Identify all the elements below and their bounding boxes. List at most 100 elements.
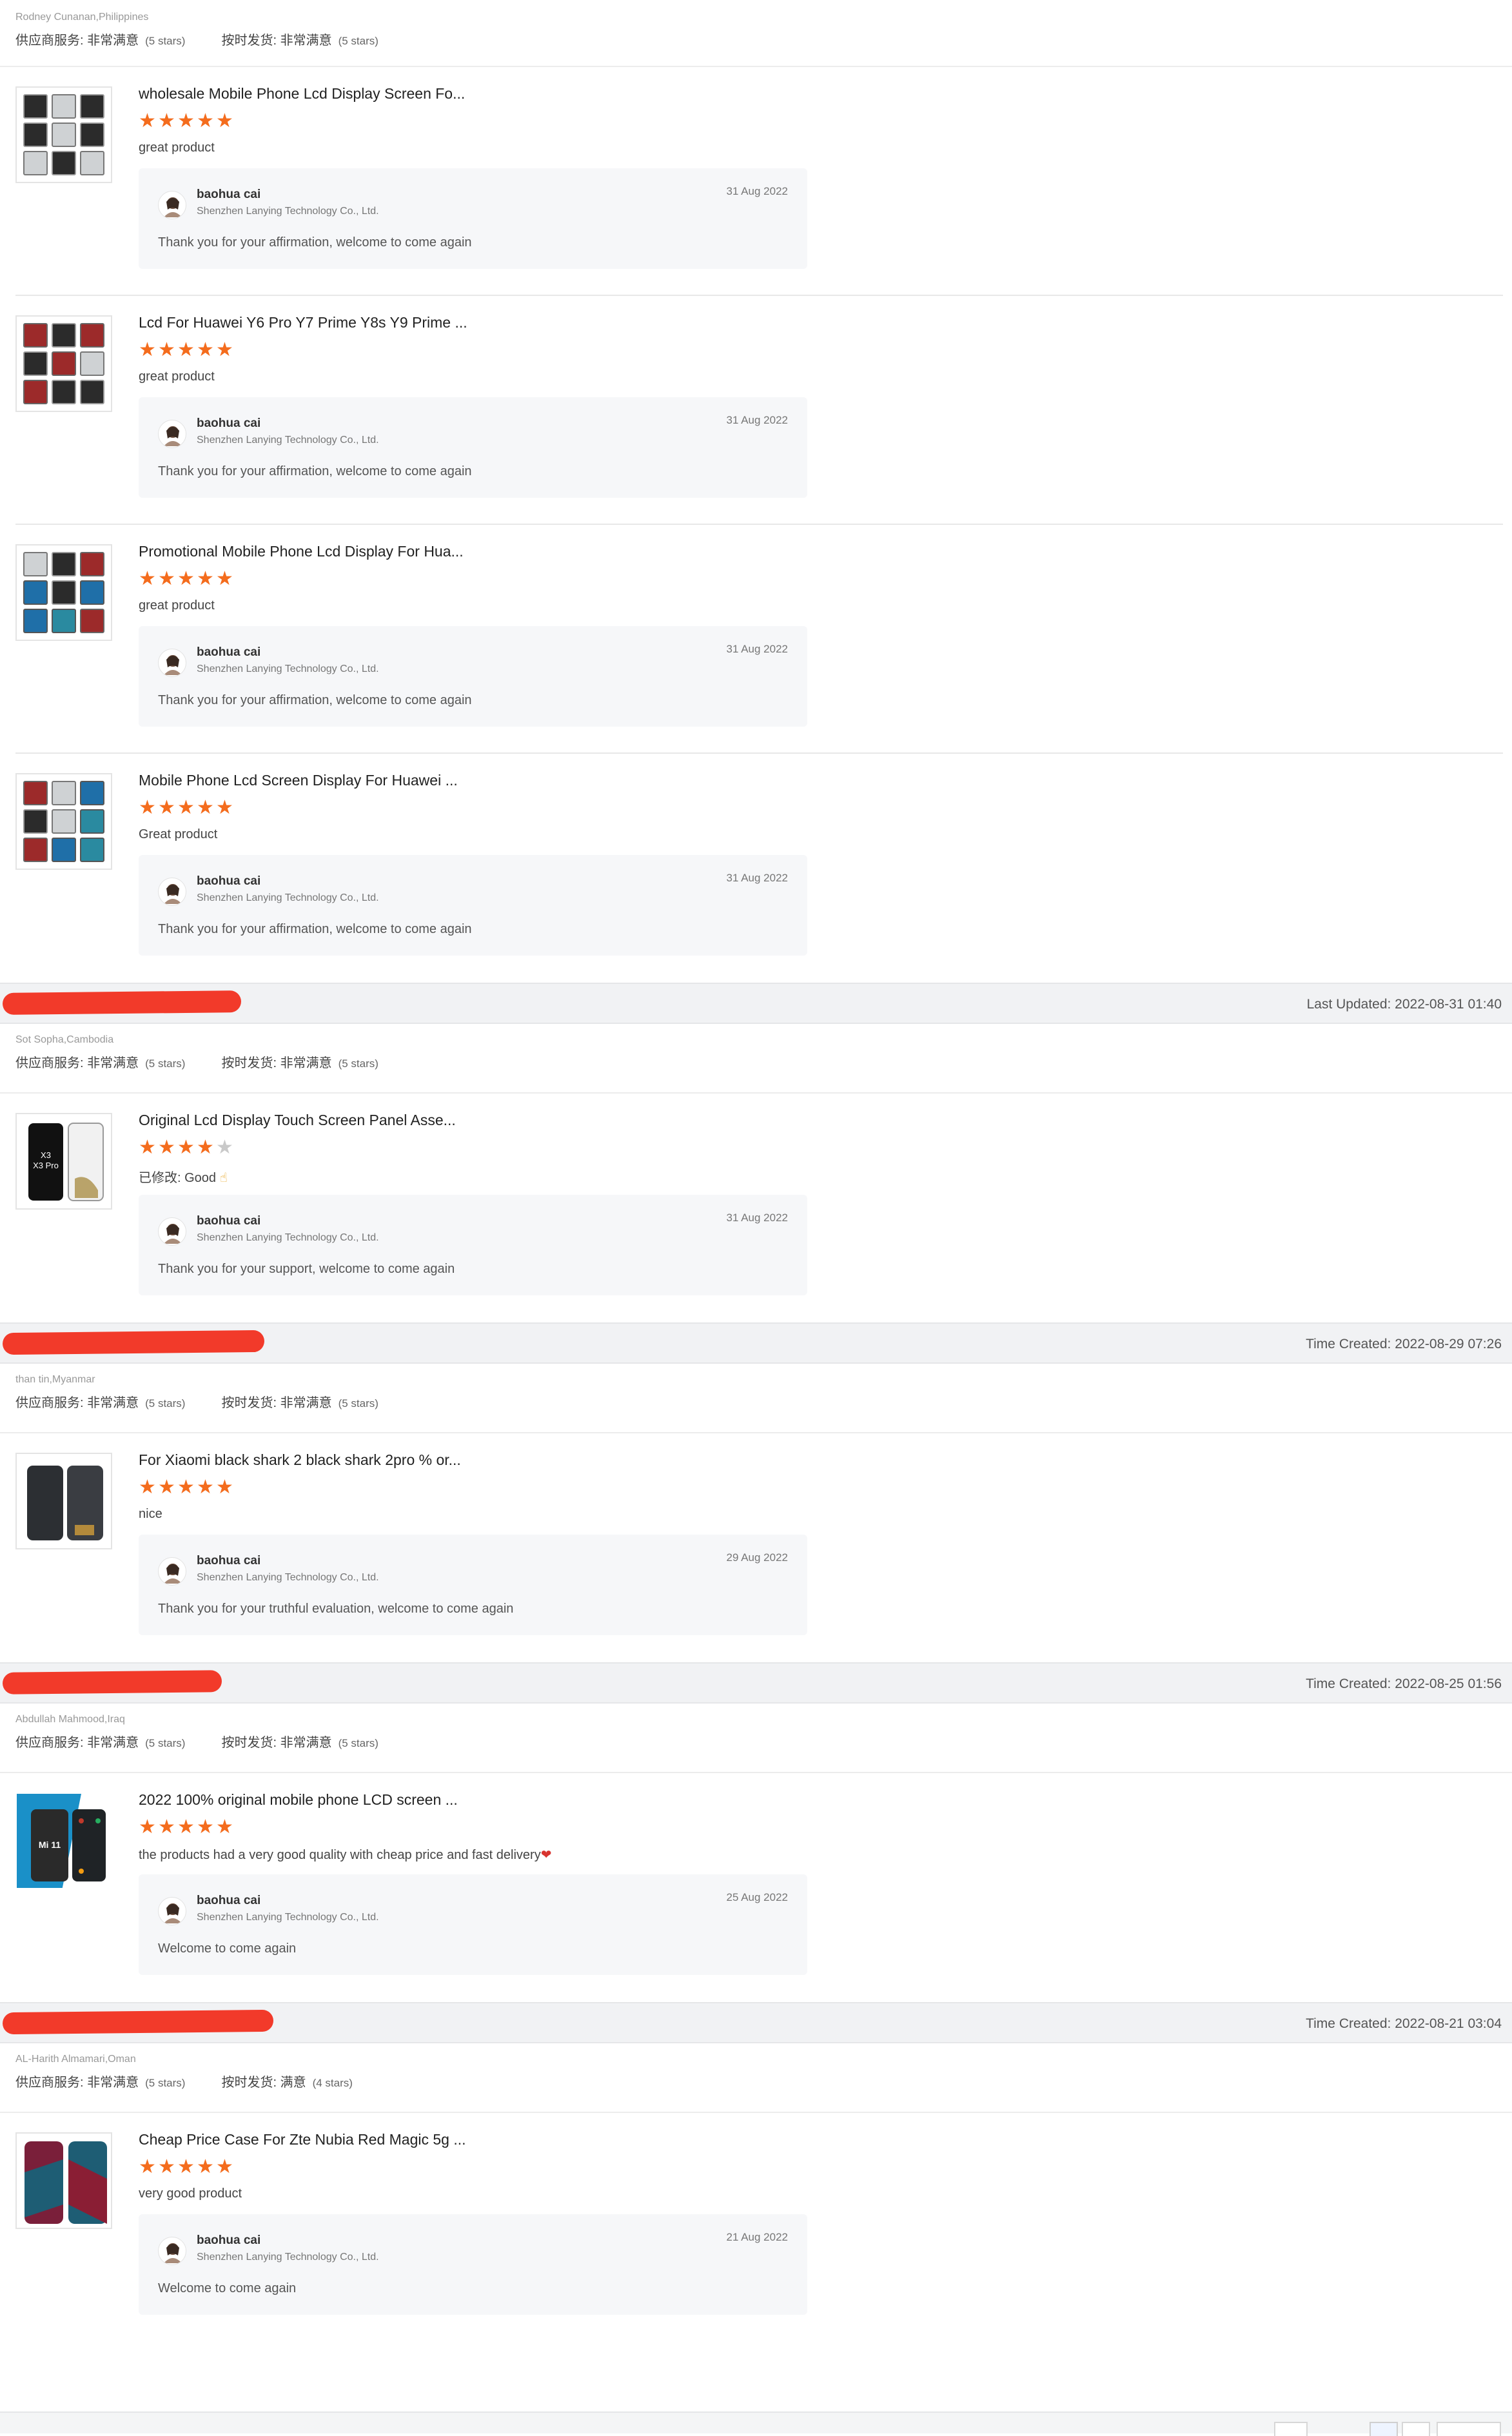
reply-company: Shenzhen Lanying Technology Co., Ltd.	[197, 2252, 379, 2263]
star-filled-icon: ★	[216, 1477, 233, 1498]
product-thumbnail[interactable]	[15, 773, 112, 870]
review-text: great product	[139, 141, 215, 155]
star-filled-icon: ★	[216, 2156, 233, 2177]
page-current-button[interactable]	[1370, 2422, 1398, 2436]
page-prev-button[interactable]	[1274, 2422, 1308, 2436]
redacted-order-number	[2, 1670, 222, 1694]
star-filled-icon: ★	[139, 1816, 156, 1838]
avatar	[158, 1217, 186, 1246]
star-filled-icon: ★	[216, 797, 233, 818]
page-button[interactable]	[1402, 2422, 1430, 2436]
product-thumbnail[interactable]	[15, 86, 112, 183]
product-thumbnail[interactable]: X3 X3 Pro	[15, 1113, 112, 1210]
avatar	[158, 1557, 186, 1586]
product-thumbnail[interactable]	[15, 2132, 112, 2229]
star-filled-icon: ★	[158, 339, 175, 360]
reply-company: Shenzhen Lanying Technology Co., Ltd.	[197, 1572, 379, 1583]
review-text: very good product	[139, 2186, 242, 2201]
star-rating: ★ ★ ★ ★ ★	[139, 1816, 233, 1838]
on-time-rating: 按时发货: 非常满意 (5 stars)	[221, 34, 378, 48]
star-filled-icon: ★	[158, 797, 175, 818]
buyer-name: Rodney Cunanan,Philippines	[15, 12, 149, 23]
supplier-service-rating: 供应商服务: 非常满意 (5 stars)	[15, 1056, 186, 1070]
buyer-info: AL-Harith Almamari,Oman 供应商服务: 非常满意 (5 st…	[0, 2043, 1512, 2113]
order-header: Time Created: 2022-08-29 07:26	[0, 1322, 1512, 1364]
star-filled-icon: ★	[139, 1477, 156, 1498]
star-filled-icon: ★	[216, 339, 233, 360]
supplier-service-rating: 供应商服务: 非常满意 (5 stars)	[15, 1736, 186, 1750]
reply-author: baohua cai	[197, 1554, 261, 1567]
order-time: Last Updated: 2022-08-31 01:40	[1306, 997, 1502, 1012]
star-filled-icon: ★	[197, 110, 214, 132]
product-title[interactable]: 2022 100% original mobile phone LCD scre…	[139, 1791, 458, 1809]
review-text: great product	[139, 369, 215, 384]
thumbs-up-icon: ☝	[219, 1171, 228, 1185]
review-item: Cheap Price Case For Zte Nubia Red Magic…	[0, 2113, 1512, 2342]
buyer-info: Abdullah Mahmood,Iraq 供应商服务: 非常满意 (5 star…	[0, 1704, 1512, 1773]
star-filled-icon: ★	[158, 1137, 175, 1158]
reply-date: 31 Aug 2022	[726, 872, 788, 884]
reviews-list: Rodney Cunanan,Philippines 供应商服务: 非常满意 (…	[0, 0, 1512, 2342]
star-filled-icon: ★	[197, 568, 214, 589]
product-thumbnail[interactable]	[15, 315, 112, 412]
star-rating: ★ ★ ★ ★ ★	[139, 339, 233, 360]
product-thumbnail[interactable]	[15, 1453, 112, 1549]
order-header: Time Created: 2022-08-25 01:56	[0, 1662, 1512, 1704]
star-filled-icon: ★	[177, 339, 195, 360]
star-filled-icon: ★	[158, 568, 175, 589]
review-item: Promotional Mobile Phone Lcd Display For…	[0, 525, 1512, 754]
product-title[interactable]: Lcd For Huawei Y6 Pro Y7 Prime Y8s Y9 Pr…	[139, 314, 467, 331]
reply-company: Shenzhen Lanying Technology Co., Ltd.	[197, 663, 379, 674]
on-time-rating: 按时发货: 满意 (4 stars)	[221, 2076, 353, 2090]
reply-company: Shenzhen Lanying Technology Co., Ltd.	[197, 206, 379, 217]
reply-author: baohua cai	[197, 188, 261, 201]
order-time: Time Created: 2022-08-29 07:26	[1306, 1337, 1502, 1351]
supplier-reply: baohua cai Shenzhen Lanying Technology C…	[139, 1535, 807, 1635]
product-title[interactable]: Promotional Mobile Phone Lcd Display For…	[139, 543, 464, 560]
reply-author: baohua cai	[197, 1894, 261, 1907]
avatar	[158, 1897, 186, 1925]
star-rating: ★ ★ ★ ★ ★	[139, 110, 233, 132]
reply-company: Shenzhen Lanying Technology Co., Ltd.	[197, 435, 379, 446]
review-text: great product	[139, 598, 215, 613]
star-filled-icon: ★	[177, 2156, 195, 2177]
order-header: Time Created: 2022-08-21 03:04	[0, 2002, 1512, 2043]
redacted-order-number	[2, 2009, 274, 2035]
buyer-name: than tin,Myanmar	[15, 1374, 95, 1385]
order-time: Time Created: 2022-08-21 03:04	[1306, 2016, 1502, 2031]
star-filled-icon: ★	[197, 1137, 214, 1158]
supplier-reply: baohua cai Shenzhen Lanying Technology C…	[139, 1195, 807, 1295]
supplier-reply: baohua cai Shenzhen Lanying Technology C…	[139, 397, 807, 498]
star-empty-icon: ★	[216, 1137, 233, 1158]
star-filled-icon: ★	[197, 339, 214, 360]
star-filled-icon: ★	[216, 568, 233, 589]
product-title[interactable]: For Xiaomi black shark 2 black shark 2pr…	[139, 1451, 461, 1469]
star-filled-icon: ★	[177, 568, 195, 589]
avatar	[158, 878, 186, 906]
order-time: Time Created: 2022-08-25 01:56	[1306, 1676, 1502, 1691]
reply-message: Thank you for your affirmation, welcome …	[158, 693, 472, 707]
product-thumbnail[interactable]	[15, 544, 112, 641]
reply-company: Shenzhen Lanying Technology Co., Ltd.	[197, 1232, 379, 1243]
star-filled-icon: ★	[177, 110, 195, 132]
reply-date: 31 Aug 2022	[726, 414, 788, 426]
star-filled-icon: ★	[158, 110, 175, 132]
avatar	[158, 191, 186, 219]
page-next-button[interactable]	[1437, 2422, 1501, 2436]
product-title[interactable]: Cheap Price Case For Zte Nubia Red Magic…	[139, 2131, 466, 2148]
review-item: Lcd For Huawei Y6 Pro Y7 Prime Y8s Y9 Pr…	[0, 296, 1512, 525]
buyer-name: AL-Harith Almamari,Oman	[15, 2054, 136, 2065]
buyer-ratings: 供应商服务: 非常满意 (5 stars) 按时发货: 满意 (4 stars)	[15, 2072, 1512, 2090]
star-filled-icon: ★	[197, 1477, 214, 1498]
product-title[interactable]: Original Lcd Display Touch Screen Panel …	[139, 1112, 456, 1129]
reply-author: baohua cai	[197, 2234, 261, 2247]
reply-author: baohua cai	[197, 874, 261, 888]
heart-icon: ❤	[540, 1848, 552, 1862]
product-title[interactable]: Mobile Phone Lcd Screen Display For Huaw…	[139, 772, 458, 789]
product-thumbnail[interactable]: Mi 11	[15, 1793, 112, 1889]
reply-author: baohua cai	[197, 1214, 261, 1228]
reply-date: 21 Aug 2022	[726, 2231, 788, 2243]
reply-message: Thank you for your support, welcome to c…	[158, 1262, 455, 1276]
star-filled-icon: ★	[158, 2156, 175, 2177]
product-title[interactable]: wholesale Mobile Phone Lcd Display Scree…	[139, 85, 465, 103]
